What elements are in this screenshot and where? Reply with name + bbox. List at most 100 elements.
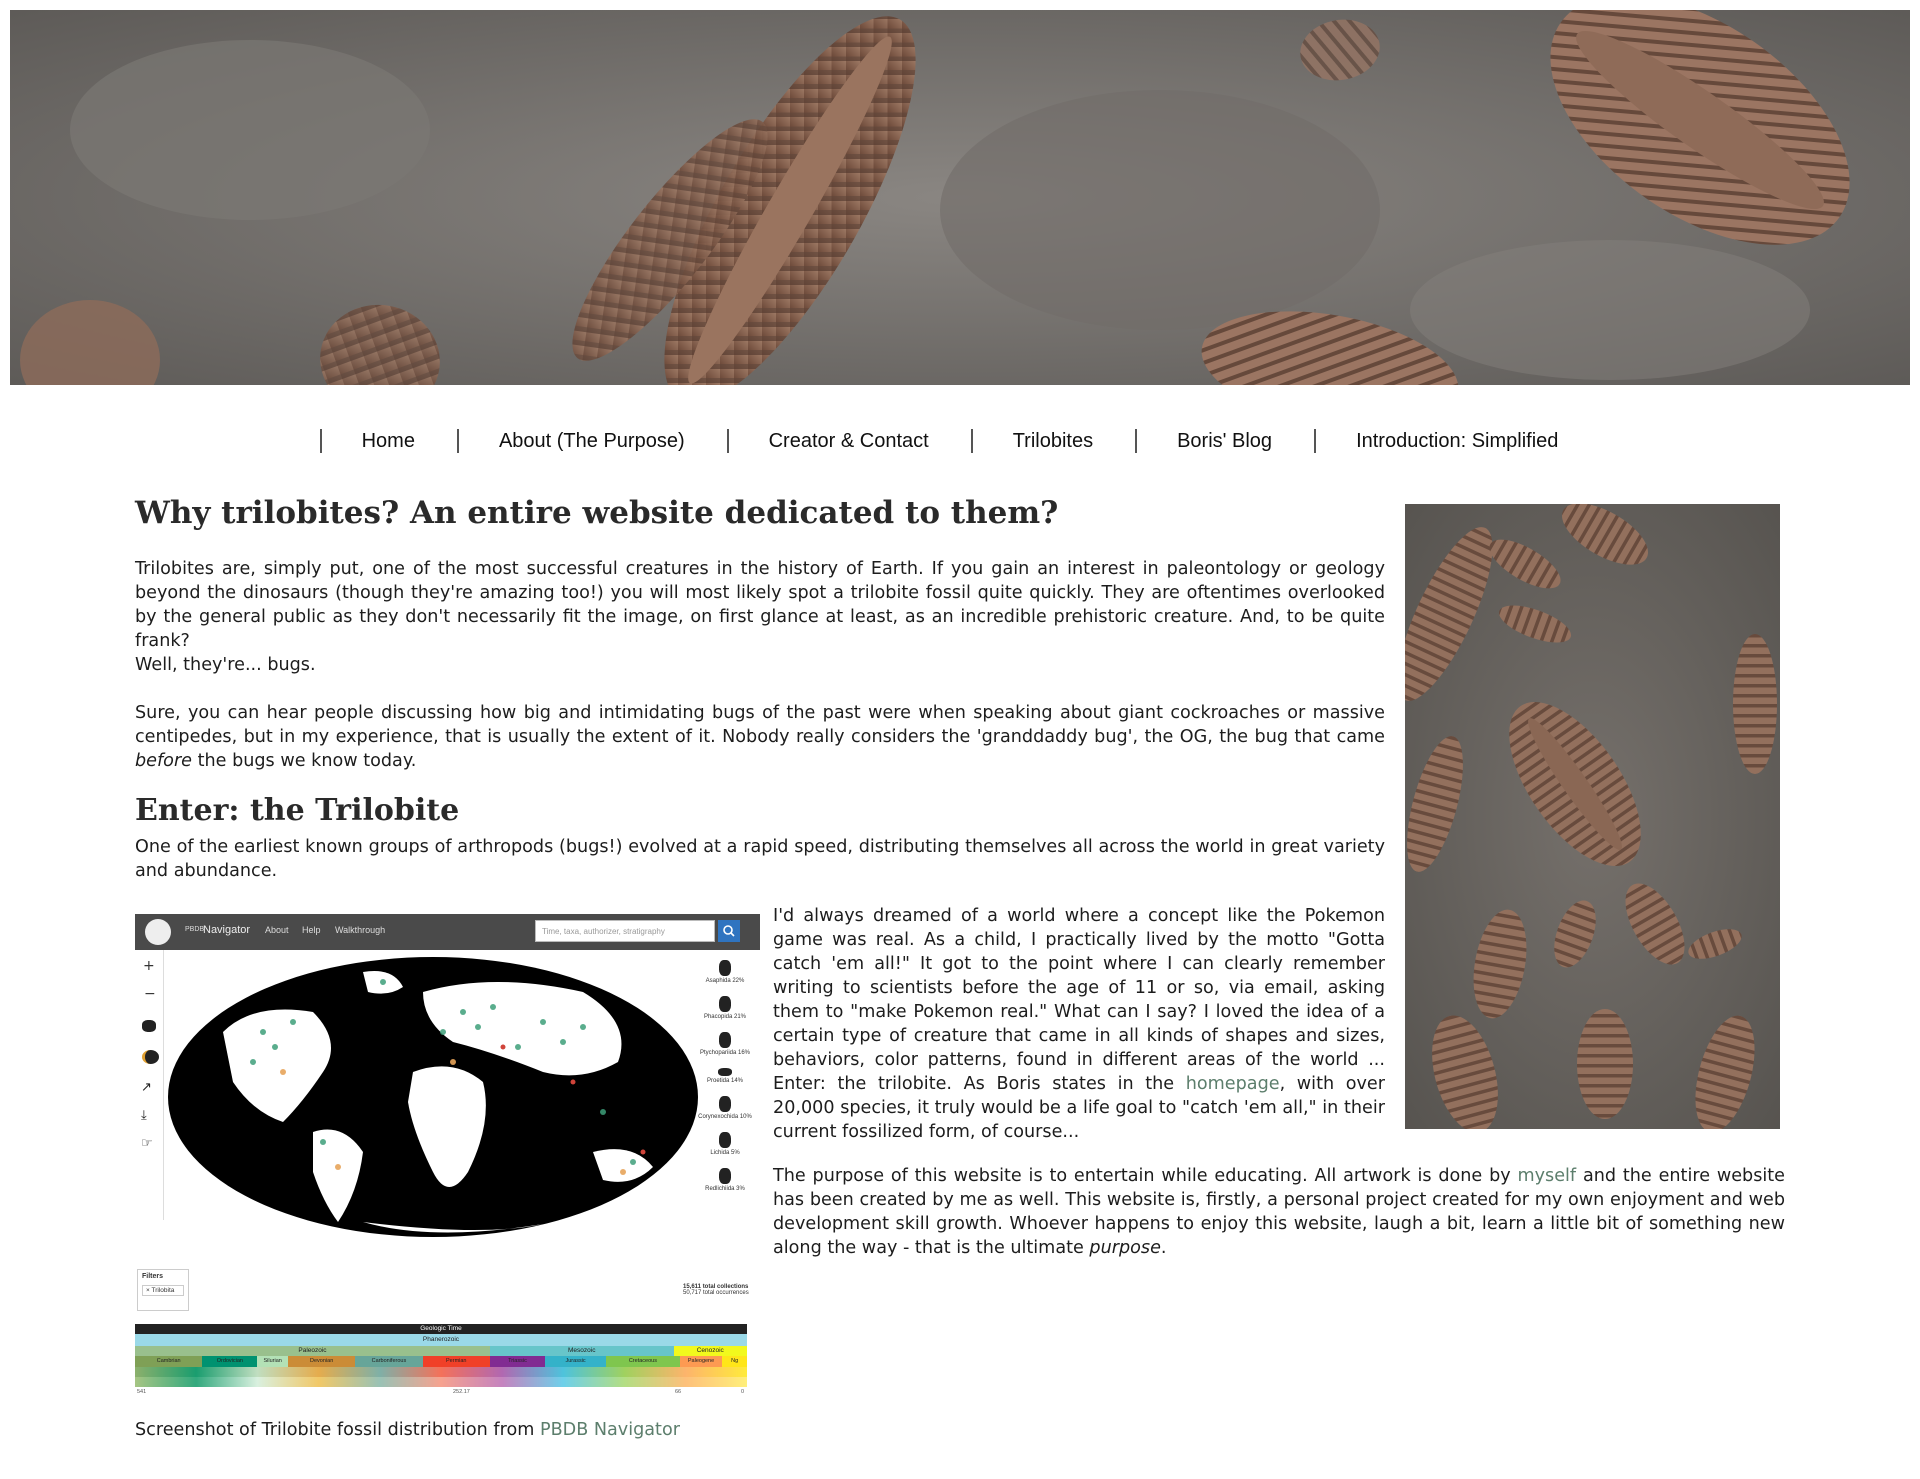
emphasis-text: purpose [1089,1238,1161,1258]
nav-item-home[interactable]: Home [362,430,415,453]
filters-panel: Filters × Trilobita [137,1269,189,1311]
taxon-label: Proetida 14% [706,1078,744,1084]
download-icon[interactable]: ⤓ [141,1108,147,1123]
period-cretaceous[interactable]: Cretaceous [606,1356,680,1367]
world-map [168,957,698,1237]
intro-paragraph: Trilobites are, simply put, one of the m… [135,559,1385,651]
taxa-icon[interactable] [142,1020,156,1032]
brand-small: PBDB [185,926,205,933]
paragraph-text: the bugs we know today. [192,751,417,771]
period-row: Cambrian Ordovician Silurian Devonian Ca… [135,1356,747,1367]
period-cambrian[interactable]: Cambrian [135,1356,203,1367]
nav-item-trilobites[interactable]: Trilobites [1013,430,1093,453]
navigator-topbar: PBDB Navigator About Help Walkthrough Ti… [135,914,760,950]
taxon-entry: Redlichiida 3% [691,1168,759,1192]
nav-item-boris-blog[interactable]: Boris' Blog [1177,430,1272,453]
menu-about[interactable]: About [265,925,289,935]
timescale-title: Geologic Time [135,1324,747,1334]
figure-caption: Screenshot of Trilobite fossil distribut… [135,1420,680,1440]
zoom-in-icon[interactable]: + [143,958,155,974]
pokemon-paragraph: I'd always dreamed of a world where a co… [773,904,1385,1144]
pbdb-logo [145,919,171,945]
era-paleozoic[interactable]: Paleozoic [135,1346,490,1356]
taxon-entry: Phacopida 21% [691,996,759,1020]
filter-tag[interactable]: × Trilobita [142,1285,184,1296]
trilobite-cluster-illustration [1405,504,1780,1129]
taxon-label: Redlichiida 3% [705,1186,745,1192]
epoch-row[interactable] [135,1367,747,1377]
menu-help[interactable]: Help [302,925,321,935]
period-permian[interactable]: Permian [422,1356,490,1367]
nav-separator [1135,429,1138,453]
trilobite-slab-illustration [10,10,1910,385]
period-paleogene[interactable]: Paleogene [679,1356,723,1367]
emphasis-text: before [135,751,193,771]
taxon-entry: Asaphida 22% [691,960,759,984]
taxon-label: Corynexochida 10% [698,1114,752,1120]
period-devonian[interactable]: Devonian [287,1356,356,1367]
nav-separator [456,429,459,453]
taxon-entry: Lichida 5% [691,1132,759,1156]
navigator-search-input[interactable]: Time, taxa, authorizer, stratigraphy [535,920,715,942]
hand-icon[interactable]: ☞ [141,1136,153,1151]
tick-label: 252.17 [453,1389,470,1395]
bug-icon[interactable] [142,1050,159,1064]
zoom-out-icon[interactable]: − [144,986,156,1002]
granddaddy-paragraph: Sure, you can hear people discussing how… [135,701,1385,773]
search-button[interactable] [718,920,740,942]
navigator-toolbar: + − ↗ ⤓ ☞ [135,950,164,1220]
tick-label: 541 [137,1389,147,1395]
taxon-label: Phacopida 21% [703,1014,747,1020]
nav-item-about[interactable]: About (The Purpose) [499,430,685,453]
era-cenozoic[interactable]: Cenozoic [673,1346,747,1356]
time-ticks: 541 252.17 66 0 [135,1387,747,1397]
header-banner-image [10,10,1910,385]
period-ordovician[interactable]: Ordovician [202,1356,258,1367]
taxon-label: Asaphida 22% [705,978,745,984]
nav-item-introduction-simplified[interactable]: Introduction: Simplified [1356,430,1558,453]
paragraph-text: . [1160,1238,1167,1258]
nav-separator [970,429,973,453]
chart-icon[interactable]: ↗ [141,1080,152,1095]
period-carboniferous[interactable]: Carboniferous [355,1356,423,1367]
page-title: Why trilobites? An entire website dedica… [135,495,1059,531]
main-navigation: Home About (The Purpose) Creator & Conta… [0,425,1920,457]
homepage-link[interactable]: homepage [1186,1074,1280,1094]
tick-label: 0 [741,1389,745,1395]
paragraph-text: Sure, you can hear people discussing how… [135,703,1385,747]
search-icon [723,925,735,937]
tick-label: 66 [675,1389,682,1395]
trilobite-intro-paragraph: One of the earliest known groups of arth… [135,837,1385,881]
period-triassic[interactable]: Triassic [489,1356,545,1367]
menu-walkthrough[interactable]: Walkthrough [335,925,385,935]
period-jurassic[interactable]: Jurassic [545,1356,607,1367]
filters-title: Filters [142,1273,164,1280]
paragraph-text: The purpose of this website is to entert… [773,1166,1518,1186]
taxon-label: Ptychopariida 16% [699,1050,751,1056]
bugs-paragraph: Well, they're... bugs. [135,655,316,675]
pbdb-navigator-link[interactable]: PBDB Navigator [540,1420,680,1440]
taxa-legend: Asaphida 22% Phacopida 21% Ptychopariida… [691,954,759,1204]
caption-text: Screenshot of Trilobite fossil distribut… [135,1420,540,1440]
myself-link[interactable]: myself [1518,1166,1577,1186]
eon-bar[interactable]: Phanerozoic [135,1334,747,1346]
period-neogene[interactable]: Ng [722,1356,747,1367]
pbdb-navigator-screenshot: PBDB Navigator About Help Walkthrough Ti… [135,914,760,1408]
trilobite-fossil-photo [1405,504,1780,1129]
taxon-entry: Corynexochida 10% [691,1096,759,1120]
collection-stats: 15,611 total collections 50,717 total oc… [683,1284,759,1296]
brand-title: Navigator [203,924,251,936]
nav-separator [726,429,729,453]
age-row[interactable] [135,1377,747,1387]
taxon-label: Lichida 5% [710,1150,740,1156]
nav-separator [319,429,322,453]
filter-tag-label: Trilobita [151,1287,175,1294]
geologic-timescale: Geologic Time Phanerozoic Paleozoic Meso… [135,1324,747,1408]
era-mesozoic[interactable]: Mesozoic [489,1346,674,1356]
nav-separator [1314,429,1317,453]
era-row: Paleozoic Mesozoic Cenozoic [135,1346,747,1356]
period-silurian[interactable]: Silurian [257,1356,288,1367]
section-heading: Enter: the Trilobite [135,793,460,828]
nav-item-creator-contact[interactable]: Creator & Contact [769,430,929,453]
paragraph-text: I'd always dreamed of a world where a co… [773,906,1385,1094]
